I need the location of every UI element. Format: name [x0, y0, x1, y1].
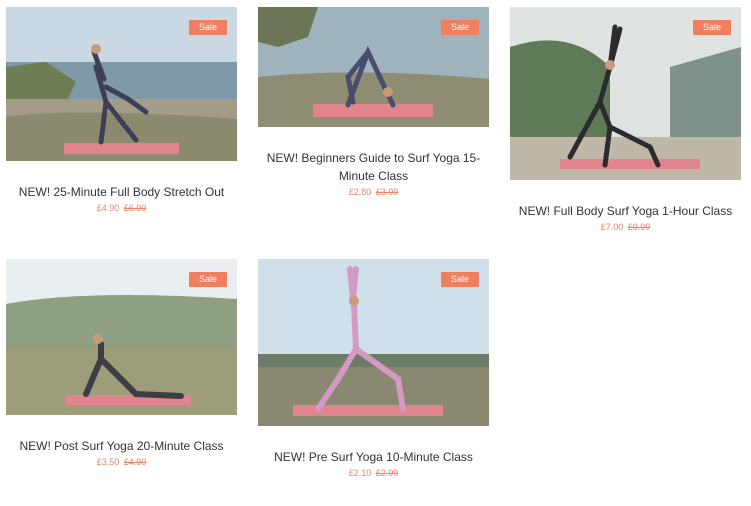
product-price: £2.80 £3.99 — [258, 187, 489, 197]
sale-price: £2.10 — [348, 468, 372, 478]
compare-price: £2.99 — [375, 468, 399, 478]
product-title[interactable]: NEW! Pre Surf Yoga 10-Minute Class — [258, 448, 489, 466]
product-title[interactable]: NEW! 25-Minute Full Body Stretch Out — [6, 183, 237, 201]
product-image[interactable]: Sale — [258, 7, 489, 127]
sale-price: £4.90 — [96, 203, 120, 213]
product-card-1: Sale NEW! 25-Minute Full Body Stretch Ou… — [6, 7, 237, 213]
product-card-2: Sale NEW! Beginners Guide to Surf Yoga 1… — [258, 7, 489, 197]
product-title[interactable]: NEW! Beginners Guide to Surf Yoga 15-Min… — [258, 149, 489, 185]
sale-price: £7.00 — [600, 222, 624, 232]
product-price: £7.00 £9.99 — [510, 222, 741, 232]
product-title[interactable]: NEW! Full Body Surf Yoga 1-Hour Class — [510, 202, 741, 220]
compare-price: £4.99 — [123, 457, 147, 467]
compare-price: £3.99 — [375, 187, 399, 197]
product-card-4: Sale NEW! Post Surf Yoga 20-Minute Class… — [6, 259, 237, 467]
sale-price: £3.50 — [96, 457, 120, 467]
sale-badge: Sale — [440, 20, 479, 35]
product-price: £2.10 £2.99 — [258, 468, 489, 478]
sale-badge: Sale — [188, 20, 227, 35]
sale-badge: Sale — [188, 272, 227, 287]
sale-badge: Sale — [440, 272, 479, 287]
product-title[interactable]: NEW! Post Surf Yoga 20-Minute Class — [6, 437, 237, 455]
product-image[interactable]: Sale — [6, 259, 237, 415]
product-card-3: Sale NEW! Full Body Surf Yoga 1-Hour Cla… — [510, 7, 741, 232]
sale-price: £2.80 — [348, 187, 372, 197]
product-image[interactable]: Sale — [258, 259, 489, 426]
product-image[interactable]: Sale — [6, 7, 237, 161]
compare-price: £9.99 — [627, 222, 651, 232]
compare-price: £6.99 — [123, 203, 147, 213]
product-price: £4.90 £6.99 — [6, 203, 237, 213]
sale-badge: Sale — [692, 20, 731, 35]
product-price: £3.50 £4.99 — [6, 457, 237, 467]
product-card-5: Sale NEW! Pre Surf Yoga 10-Minute Class … — [258, 259, 489, 478]
product-image[interactable]: Sale — [510, 7, 741, 180]
